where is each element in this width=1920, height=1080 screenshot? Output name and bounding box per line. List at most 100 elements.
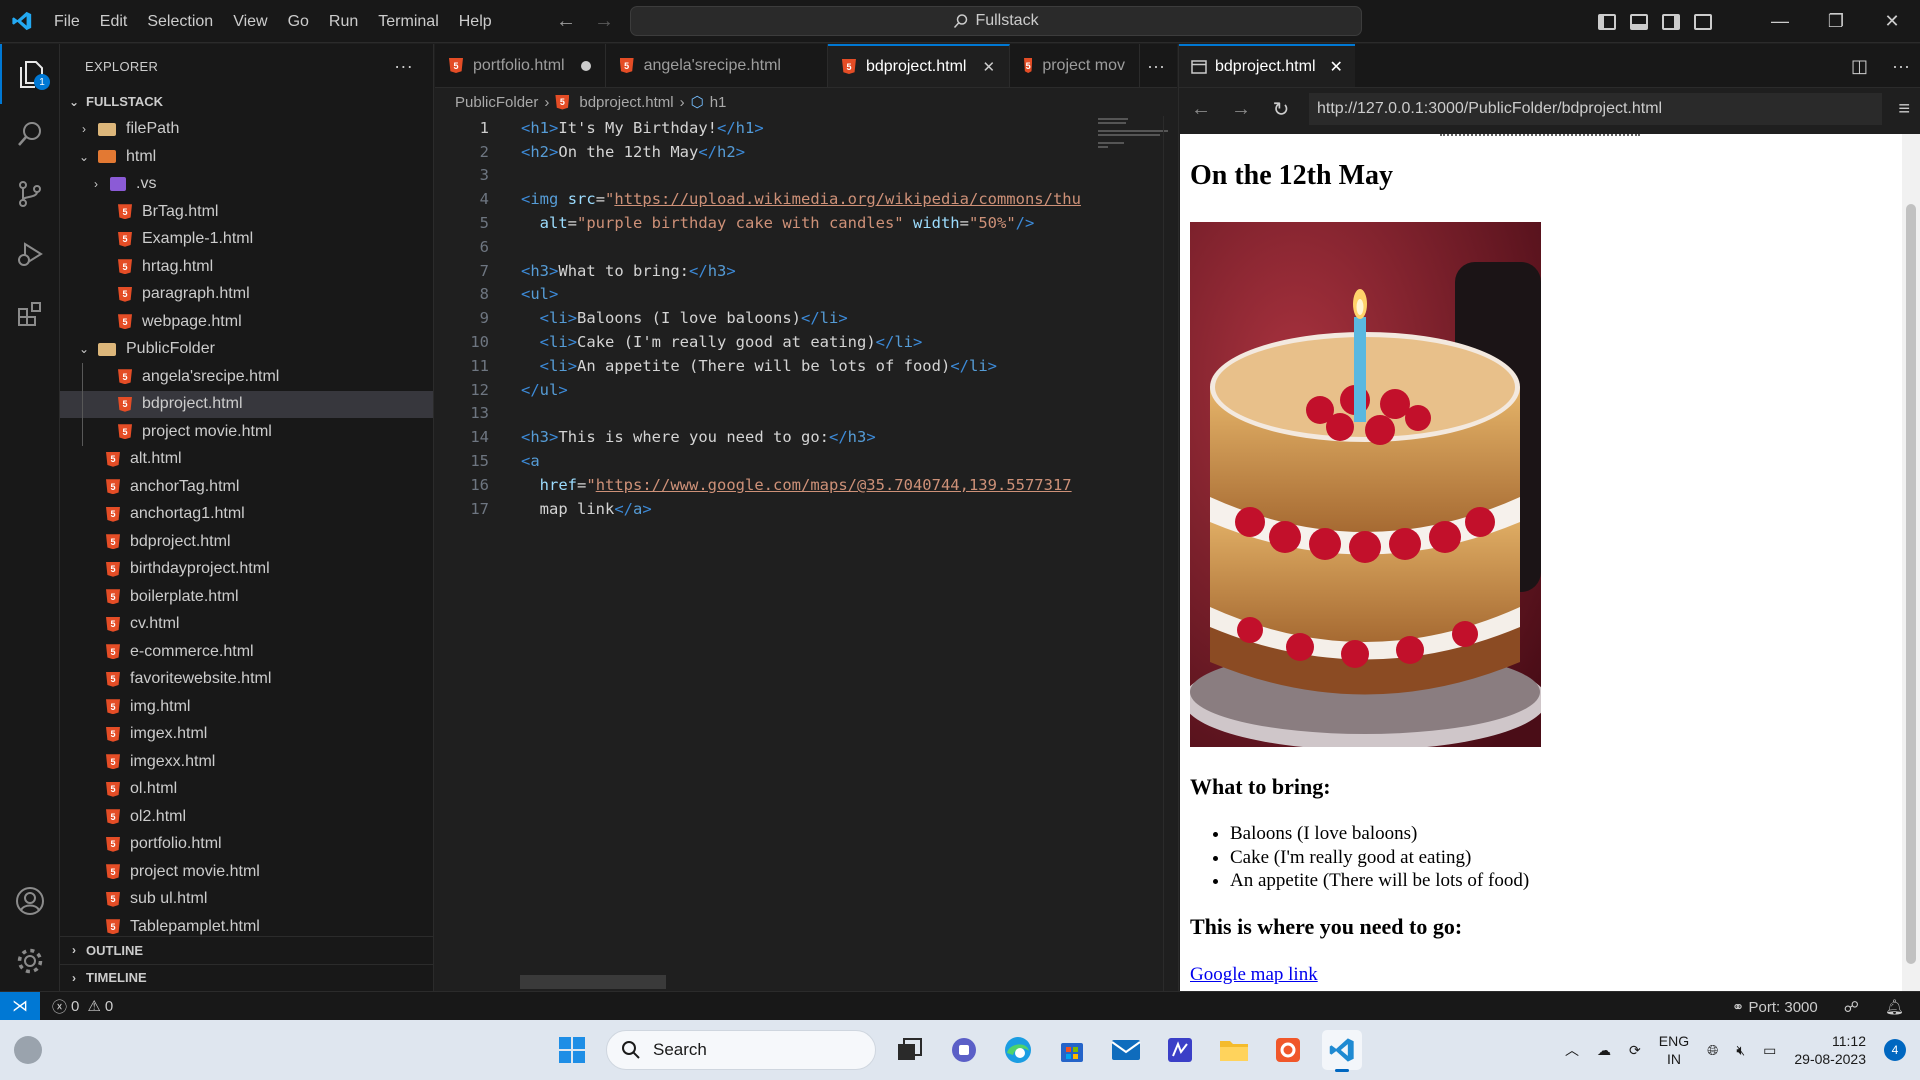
menu-terminal[interactable]: Terminal [368, 0, 448, 43]
menu-edit[interactable]: Edit [90, 0, 138, 43]
run-debug-activity[interactable] [0, 224, 60, 284]
code-line[interactable]: 8 <ul> [435, 283, 1177, 307]
search-activity[interactable] [0, 104, 60, 164]
office-app-icon[interactable] [1268, 1030, 1308, 1070]
code-line[interactable]: 14 <h3>This is where you need to go:</h3> [435, 425, 1177, 449]
menu-selection[interactable]: Selection [137, 0, 223, 43]
code-line[interactable]: 16 href="https://www.google.com/maps/@35… [435, 473, 1177, 497]
chevron-up-icon[interactable]: ︿ [1565, 1040, 1579, 1060]
file-item[interactable]: 5 paragraph.html [60, 281, 433, 309]
file-item[interactable]: 5 project movie.html [60, 858, 433, 886]
restore-button[interactable]: ❐ [1808, 0, 1864, 43]
editor-tab[interactable]: 5 angela'srecipe.html [606, 44, 828, 87]
menu-run[interactable]: Run [319, 0, 368, 43]
command-center-search[interactable]: Fullstack [630, 6, 1362, 36]
file-item[interactable]: 5 bdproject.html [60, 528, 433, 556]
source-control-activity[interactable] [0, 164, 60, 224]
sync-icon[interactable]: ⟳ [1629, 1042, 1641, 1059]
close-window-button[interactable]: ✕ [1864, 0, 1920, 43]
file-item[interactable]: 5 bdproject.html [60, 390, 433, 418]
url-bar[interactable]: http://127.0.0.1:3000/PublicFolder/bdpro… [1309, 93, 1883, 125]
editor-tab[interactable]: 5 bdproject.html ✕ [827, 44, 1011, 87]
code-editor[interactable]: 1 <h1>It's My Birthday!</h1> 2 <h2>On the 1… [435, 116, 1177, 521]
microsoft-store-icon[interactable] [1052, 1030, 1092, 1070]
menu-help[interactable]: Help [449, 0, 502, 43]
file-item[interactable]: 5 birthdayproject.html [60, 556, 433, 584]
outline-section[interactable]: › OUTLINE [60, 936, 434, 964]
network-globe-icon[interactable]: 🌐︎ [1707, 1042, 1718, 1059]
edge-browser-icon[interactable] [998, 1030, 1038, 1070]
code-line[interactable]: 10 <li>Cake (I'm really good at eating)<… [435, 330, 1177, 354]
menu-file[interactable]: File [44, 0, 90, 43]
weather-widget-icon[interactable] [14, 1036, 42, 1064]
more-actions-icon[interactable]: ··· [1892, 56, 1910, 77]
file-item[interactable]: 5 BrTag.html [60, 198, 433, 226]
code-line[interactable]: 2 <h2>On the 12th May</h2> [435, 140, 1177, 164]
code-line[interactable]: 6 [435, 235, 1177, 259]
teams-chat-icon[interactable] [944, 1030, 984, 1070]
preview-scroll-thumb[interactable] [1906, 204, 1916, 964]
folder-item[interactable]: ⌄ html [60, 143, 433, 171]
tabs-more-icon[interactable]: ··· [1147, 44, 1165, 88]
preview-scrollbar[interactable] [1902, 134, 1920, 991]
breadcrumb-file[interactable]: bdproject.html [579, 94, 673, 111]
unsaved-dot-icon[interactable] [580, 60, 591, 71]
split-editor-icon[interactable]: ◫ [1851, 56, 1868, 77]
folder-item[interactable]: ⌄ PublicFolder [60, 336, 433, 364]
live-server-port[interactable]: ⚭ Port: 3000 [1732, 998, 1818, 1016]
file-item[interactable]: 5 favoritewebsite.html [60, 666, 433, 694]
problems-status[interactable]: ⓧ 0 ⚠ 0 [52, 996, 113, 1017]
file-item[interactable]: 5 hrtag.html [60, 253, 433, 281]
file-item[interactable]: 5 ol2.html [60, 803, 433, 831]
extensions-activity[interactable] [0, 284, 60, 344]
file-item[interactable]: 5 anchortag1.html [60, 501, 433, 529]
code-line[interactable]: 15 <a [435, 449, 1177, 473]
menu-go[interactable]: Go [278, 0, 319, 43]
file-item[interactable]: 5 project movie.html [60, 418, 433, 446]
battery-icon[interactable]: ▭ [1763, 1042, 1776, 1059]
code-line[interactable]: 7 <h3>What to bring:</h3> [435, 259, 1177, 283]
accounts-activity[interactable] [0, 871, 60, 931]
close-icon[interactable]: ✕ [982, 58, 995, 76]
code-line[interactable]: 9 <li>Baloons (I love baloons)</li> [435, 306, 1177, 330]
code-line[interactable]: 11 <li>An appetite (There will be lots o… [435, 354, 1177, 378]
file-item[interactable]: 5 Example-1.html [60, 226, 433, 254]
feedback-icon[interactable]: ☍ [1844, 998, 1859, 1016]
explorer-more-icon[interactable]: ··· [394, 56, 413, 77]
code-line[interactable]: 17 map link</a> [435, 497, 1177, 521]
file-item[interactable]: 5 portfolio.html [60, 831, 433, 859]
code-line[interactable]: 5 alt="purple birthday cake with candles… [435, 211, 1177, 235]
code-line[interactable]: 3 [435, 164, 1177, 188]
folder-item[interactable]: › .vs [60, 171, 433, 199]
remote-indicator-icon[interactable]: ⋊ [0, 991, 40, 1021]
taskbar-search[interactable]: Search [606, 1030, 876, 1070]
folder-item[interactable]: › filePath [60, 116, 433, 144]
file-item[interactable]: 5 imgexx.html [60, 748, 433, 776]
reload-icon[interactable]: ↻ [1269, 97, 1293, 122]
editor-vertical-scrollbar[interactable] [1163, 116, 1177, 991]
volume-muted-icon[interactable]: 🔇︎ [1736, 1042, 1745, 1059]
file-item[interactable]: 5 webpage.html [60, 308, 433, 336]
breadcrumb-symbol[interactable]: h1 [710, 94, 727, 111]
notification-count-badge[interactable]: 4 [1884, 1039, 1906, 1061]
close-icon[interactable]: ✕ [1330, 57, 1343, 77]
minimize-button[interactable]: — [1752, 0, 1808, 43]
vscode-taskbar-icon[interactable] [1322, 1030, 1362, 1072]
editor-tab[interactable]: 5 project mov [1010, 44, 1141, 87]
file-item[interactable]: 5 boilerplate.html [60, 583, 433, 611]
math-app-icon[interactable] [1160, 1030, 1200, 1070]
file-item[interactable]: 5 img.html [60, 693, 433, 721]
onedrive-icon[interactable]: ☁ [1597, 1042, 1611, 1059]
mail-icon[interactable] [1106, 1030, 1146, 1070]
file-item[interactable]: 5 alt.html [60, 446, 433, 474]
start-button[interactable] [552, 1030, 592, 1070]
customize-layout-icon[interactable] [1694, 13, 1712, 30]
notifications-bell-icon[interactable]: 🔔︎ [1885, 998, 1904, 1016]
file-item[interactable]: 5 ol.html [60, 776, 433, 804]
browser-forward-icon[interactable]: → [1229, 98, 1253, 121]
browser-menu-icon[interactable]: ≡ [1898, 98, 1910, 121]
google-map-link[interactable]: Google map link [1190, 964, 1318, 986]
code-line[interactable]: 13 [435, 402, 1177, 426]
file-item[interactable]: 5 e-commerce.html [60, 638, 433, 666]
editor-tab[interactable]: 5 portfolio.html [435, 44, 606, 87]
